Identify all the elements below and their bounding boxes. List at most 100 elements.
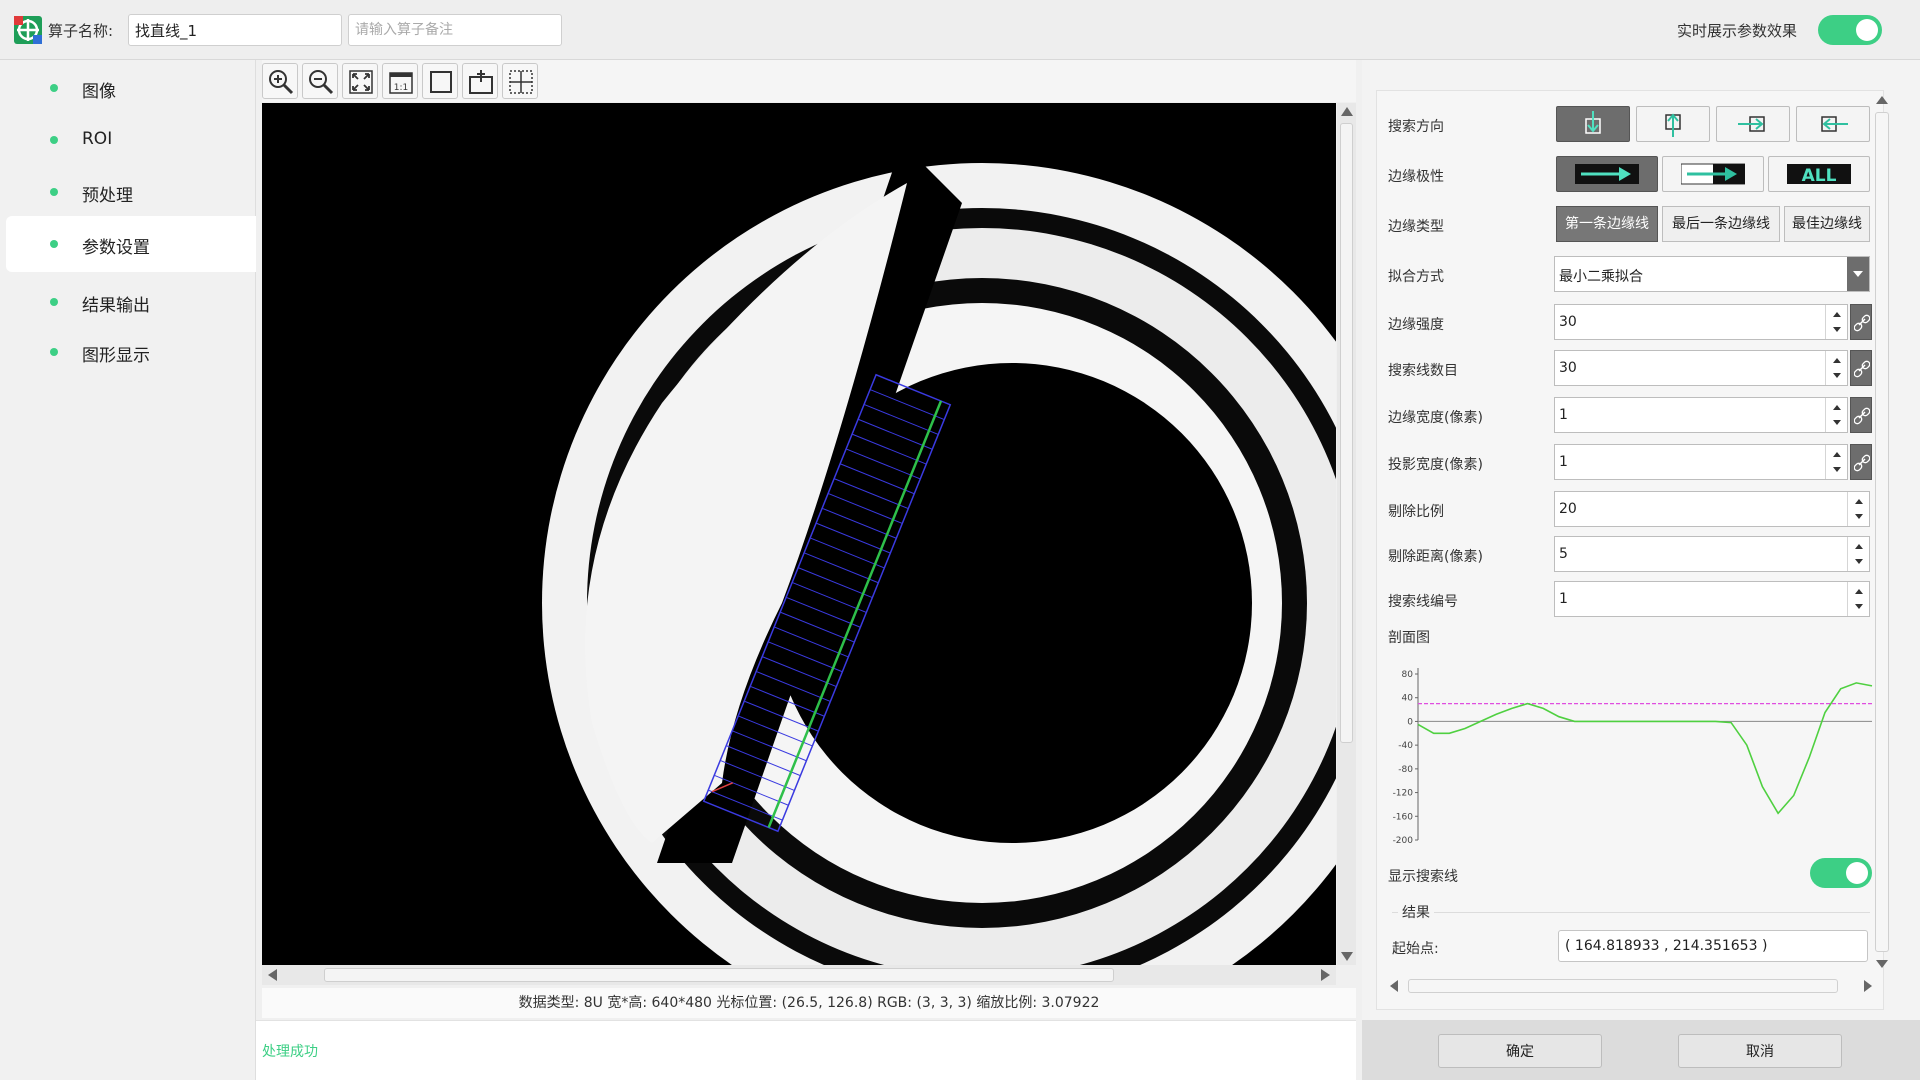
search-line-index-label: 搜索线编号 — [1388, 594, 1458, 610]
scroll-thumb[interactable] — [1408, 979, 1838, 993]
reject-ratio-spinbox[interactable]: 20 — [1554, 491, 1870, 527]
fit-method-label: 拟合方式 — [1388, 269, 1444, 285]
actual-size-icon: 1:1 — [389, 72, 413, 94]
chevron-down-icon[interactable] — [1847, 257, 1869, 291]
edge-width-link-button[interactable] — [1850, 397, 1872, 433]
edge-width-label: 边缘宽度(像素) — [1388, 410, 1483, 426]
edge-strength-link-button[interactable] — [1850, 304, 1872, 340]
panel-horizontal-scrollbar[interactable] — [1388, 978, 1874, 994]
edge-strength-value: 30 — [1559, 314, 1577, 330]
edge-type-first-button[interactable]: 第一条边缘线 — [1556, 206, 1658, 242]
fit-window-button[interactable] — [342, 63, 378, 99]
projection-width-link-button[interactable] — [1850, 444, 1872, 480]
sidebar-item-output[interactable]: 结果输出 — [6, 276, 256, 328]
polarity-light-to-dark-button[interactable] — [1662, 156, 1764, 192]
link-icon — [1854, 360, 1870, 378]
scroll-right-icon[interactable] — [1864, 980, 1872, 992]
fit-method-value: 最小二乘拟合 — [1559, 269, 1643, 285]
y-tick-label: 80 — [1402, 670, 1414, 680]
scroll-down-icon[interactable] — [1341, 952, 1353, 961]
bullet-dot-icon — [50, 240, 58, 248]
realtime-preview-label: 实时展示参数效果 — [1677, 22, 1798, 40]
reject-distance-label: 剔除距离(像素) — [1388, 549, 1483, 565]
fit-window-icon — [349, 70, 373, 94]
fit-method-select[interactable]: 最小二乘拟合 — [1554, 256, 1870, 292]
edge-type-last-button[interactable]: 最后一条边缘线 — [1662, 206, 1780, 242]
edge-width-spinbox[interactable]: 1 — [1554, 397, 1848, 433]
scroll-right-icon[interactable] — [1321, 969, 1330, 981]
scroll-thumb[interactable] — [324, 968, 1114, 982]
sidebar-item-label: 结果输出 — [82, 296, 150, 316]
arrow-down-icon — [1585, 111, 1601, 134]
scroll-up-icon[interactable] — [1876, 96, 1888, 104]
result-divider — [1392, 912, 1870, 913]
viewer-horizontal-scrollbar[interactable] — [262, 965, 1336, 985]
panel-vertical-scrollbar[interactable] — [1874, 92, 1890, 972]
message-bar: 处理成功 — [256, 1020, 1356, 1080]
spin-arrows-icon[interactable] — [1825, 305, 1847, 339]
spin-arrows-icon[interactable] — [1825, 351, 1847, 385]
zoom-in-button[interactable] — [262, 63, 298, 99]
direction-up-button[interactable] — [1636, 106, 1710, 142]
search-line-count-link-button[interactable] — [1850, 350, 1872, 386]
polarity-all-button[interactable]: ALL — [1768, 156, 1870, 192]
scroll-left-icon[interactable] — [1390, 980, 1398, 992]
cancel-button[interactable]: 取消 — [1678, 1034, 1842, 1068]
link-icon — [1854, 407, 1870, 425]
edge-type-best-button[interactable]: 最佳边缘线 — [1784, 206, 1870, 242]
polarity-all-text: ALL — [1802, 166, 1837, 186]
sidebar-item-preprocess[interactable]: 预处理 — [6, 166, 256, 218]
link-icon — [1854, 314, 1870, 332]
spin-arrows-icon[interactable] — [1847, 492, 1869, 526]
y-tick-label: -40 — [1398, 741, 1413, 751]
annotate-tool-button[interactable] — [462, 63, 498, 99]
actual-size-button[interactable]: 1:1 — [382, 63, 418, 99]
sidebar-item-params[interactable]: 参数设置 — [6, 216, 256, 272]
edge-strength-spinbox[interactable]: 30 — [1554, 304, 1848, 340]
scroll-up-icon[interactable] — [1341, 107, 1353, 116]
direction-left-button[interactable] — [1796, 106, 1870, 142]
spin-arrows-icon[interactable] — [1825, 445, 1847, 479]
projection-width-value: 1 — [1559, 454, 1568, 470]
search-line-count-spinbox[interactable]: 30 — [1554, 350, 1848, 386]
confirm-button[interactable]: 确定 — [1438, 1034, 1602, 1068]
zoom-out-icon — [309, 70, 334, 95]
search-line-index-spinbox[interactable]: 1 — [1554, 581, 1870, 617]
viewer-vertical-scrollbar[interactable] — [1337, 103, 1356, 965]
scroll-thumb[interactable] — [1875, 112, 1889, 952]
sidebar-item-roi[interactable]: ROI — [6, 114, 256, 166]
scroll-thumb[interactable] — [1340, 123, 1353, 743]
polarity-dark-light-icon — [1575, 164, 1639, 184]
reject-distance-spinbox[interactable]: 5 — [1554, 536, 1870, 572]
zoom-out-button[interactable] — [302, 63, 338, 99]
bullet-dot-icon — [50, 136, 58, 144]
operator-name-input[interactable] — [128, 14, 342, 46]
link-icon — [1854, 454, 1870, 472]
polarity-dark-to-light-button[interactable] — [1556, 156, 1658, 192]
header-bar: 算子名称: 实时展示参数效果 — [0, 0, 1920, 60]
direction-down-button[interactable] — [1556, 106, 1630, 142]
realtime-preview-toggle[interactable] — [1818, 15, 1882, 45]
arrow-left-icon — [1821, 116, 1848, 132]
crosshair-tool-button[interactable] — [502, 63, 538, 99]
image-viewer-canvas[interactable] — [262, 103, 1336, 965]
sidebar-item-image[interactable]: 图像 — [6, 62, 256, 114]
sidebar-item-label: 参数设置 — [82, 238, 150, 258]
show-search-line-toggle[interactable] — [1810, 858, 1872, 888]
process-status-message: 处理成功 — [262, 1044, 318, 1060]
spin-arrows-icon[interactable] — [1825, 398, 1847, 432]
projection-width-spinbox[interactable]: 1 — [1554, 444, 1848, 480]
spin-arrows-icon[interactable] — [1847, 537, 1869, 571]
edge-type-label: 边缘类型 — [1388, 219, 1444, 235]
scroll-down-icon[interactable] — [1876, 960, 1888, 968]
scroll-left-icon[interactable] — [268, 969, 277, 981]
direction-right-button[interactable] — [1716, 106, 1790, 142]
sidebar-item-graphics[interactable]: 图形显示 — [6, 326, 256, 378]
reject-ratio-value: 20 — [1559, 501, 1577, 517]
y-tick-label: -120 — [1393, 789, 1414, 799]
spin-arrows-icon[interactable] — [1847, 582, 1869, 616]
rectangle-tool-button[interactable] — [422, 63, 458, 99]
image-info-bar: 数据类型: 8U 宽*高: 640*480 光标位置: (26.5, 126.8… — [262, 988, 1356, 1018]
crosshair-icon — [509, 70, 533, 94]
operator-remark-input[interactable] — [348, 14, 562, 46]
